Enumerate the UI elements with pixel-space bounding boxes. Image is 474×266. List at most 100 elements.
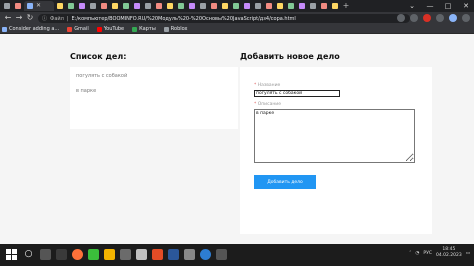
browser-tab[interactable] (154, 1, 164, 11)
tab-favicon-icon (277, 3, 283, 9)
star-icon[interactable] (410, 14, 418, 22)
browser-tab[interactable] (2, 1, 12, 11)
browser-tab[interactable] (198, 1, 208, 11)
address-scheme-label: Файл (50, 15, 64, 22)
browser-tab[interactable] (176, 1, 186, 11)
bookmark-item[interactable]: Gmail (67, 26, 89, 32)
forward-arrow-icon[interactable]: → (14, 13, 24, 23)
browser-tab[interactable] (242, 1, 252, 11)
app-icon[interactable] (136, 249, 147, 260)
bookmark-label: Gmail (74, 26, 89, 32)
browser-tab[interactable] (209, 1, 219, 11)
app-icon[interactable] (120, 249, 131, 260)
add-todo-heading: Добавить новое дело (240, 52, 340, 61)
browser-tab[interactable] (99, 1, 109, 11)
browser-tab[interactable] (264, 1, 274, 11)
task-view-icon[interactable] (40, 249, 51, 260)
browser-tab[interactable] (275, 1, 285, 11)
tab-favicon-icon (244, 3, 250, 9)
file-explorer-icon[interactable] (104, 249, 115, 260)
clock-date: 04.02.2023 (435, 253, 462, 258)
tab-favicon-icon (145, 3, 151, 9)
tab-favicon-icon (299, 3, 305, 9)
description-label: * Описание (254, 102, 281, 107)
app-icon[interactable] (168, 249, 179, 260)
browser-tab[interactable] (319, 1, 329, 11)
browser-tab[interactable] (132, 1, 142, 11)
todo-list-section: Список дел: погулять с собакой в парке (70, 52, 238, 129)
browser-tab[interactable] (297, 1, 307, 11)
widgets-icon[interactable] (56, 249, 67, 260)
description-textarea[interactable]: в парке (254, 109, 415, 163)
description-label-text: Описание (257, 102, 281, 107)
add-todo-section: Добавить новое дело * Название * Описани… (240, 52, 432, 234)
browser-tab[interactable] (77, 1, 87, 11)
tab-favicon-icon (27, 3, 33, 9)
tab-favicon-icon (4, 3, 10, 9)
share-icon[interactable] (397, 14, 405, 22)
app-icon[interactable] (152, 249, 163, 260)
address-url: E:/компьютер/BOOMINFO.RU/%20Модуль%20-%2… (71, 15, 296, 22)
name-input[interactable] (254, 90, 340, 97)
app-icon[interactable] (184, 249, 195, 260)
browser-tab[interactable] (55, 1, 65, 11)
browser-tab-active[interactable]: ✕ (24, 1, 54, 11)
browser-tab[interactable] (231, 1, 241, 11)
chevron-up-icon[interactable]: ˄ (409, 251, 411, 256)
browser-tab[interactable] (13, 1, 23, 11)
browser-tab[interactable] (88, 1, 98, 11)
bookmark-item[interactable]: Карты (132, 26, 156, 32)
maximize-icon[interactable]: □ (442, 0, 454, 12)
tab-favicon-icon (134, 3, 140, 9)
browser-tab[interactable] (286, 1, 296, 11)
bookmark-item[interactable]: Consider adding a... (2, 26, 59, 32)
add-todo-button[interactable]: Добавить дело (254, 175, 316, 189)
todo-list-item: погулять с собакой (76, 73, 128, 79)
address-bar[interactable]: ⓘ Файл | E:/компьютер/BOOMINFO.RU/%20Мод… (38, 14, 410, 23)
back-arrow-icon[interactable]: ← (3, 13, 13, 23)
language-indicator[interactable]: РУС (423, 251, 432, 256)
firefox-icon[interactable] (72, 249, 83, 260)
extension-icon[interactable] (423, 14, 431, 22)
tab-favicon-icon (79, 3, 85, 9)
app-icon[interactable] (216, 249, 227, 260)
bookmark-item[interactable]: YouTube (96, 26, 125, 32)
chevron-down-icon[interactable]: ⌄ (406, 0, 418, 12)
minimize-icon[interactable]: — (424, 0, 436, 12)
reload-icon[interactable]: ↻ (25, 13, 35, 23)
notification-icon[interactable]: ▭ (466, 251, 470, 256)
browser-tab[interactable] (330, 1, 340, 11)
menu-dots-icon[interactable] (462, 14, 470, 22)
maps-icon (132, 26, 138, 32)
clock[interactable]: 18:45 04.02.2023 (436, 247, 462, 259)
browser-tab[interactable] (187, 1, 197, 11)
toolbar-icons (397, 14, 470, 22)
browser-tab[interactable] (165, 1, 175, 11)
windows-start-icon[interactable] (6, 249, 17, 260)
youtube-icon (96, 26, 102, 32)
bookmark-label: YouTube (103, 26, 125, 32)
browser-tab[interactable] (308, 1, 318, 11)
name-label: * Название (254, 83, 280, 88)
browser-tab[interactable] (110, 1, 120, 11)
browser-tab[interactable] (121, 1, 131, 11)
browser-tab[interactable] (66, 1, 76, 11)
network-icon[interactable]: ◔ (415, 251, 419, 256)
app-icon[interactable] (88, 249, 99, 260)
bookmark-item[interactable]: Roblox (163, 26, 188, 32)
browser-tab[interactable] (220, 1, 230, 11)
browser-tab[interactable] (143, 1, 153, 11)
close-tab-icon[interactable]: ✕ (36, 3, 41, 9)
info-icon[interactable]: ⓘ (42, 15, 47, 22)
profile-avatar-icon[interactable] (449, 14, 457, 22)
puzzle-icon[interactable] (436, 14, 444, 22)
browser-tab[interactable] (253, 1, 263, 11)
new-tab-plus-icon[interactable]: + (341, 1, 351, 12)
tab-favicon-icon (332, 3, 338, 9)
tab-favicon-icon (233, 3, 239, 9)
bookmark-label: Roblox (170, 26, 188, 32)
close-window-icon[interactable]: ✕ (460, 0, 472, 12)
browser-toolbar: ← → ↻ ⓘ Файл | E:/компьютер/BOOMINFO.RU/… (0, 12, 474, 25)
chrome-icon[interactable] (200, 249, 211, 260)
search-icon[interactable]: ○ (23, 249, 34, 260)
